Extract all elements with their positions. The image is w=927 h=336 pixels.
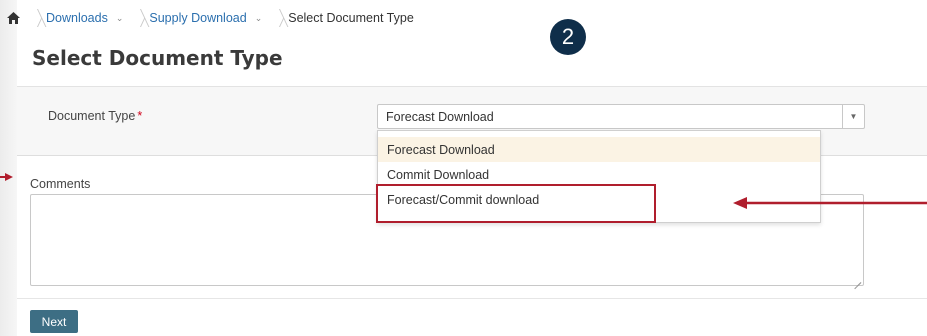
document-type-select[interactable]: Forecast Download ▼ [377,104,865,129]
chevron-down-icon[interactable]: ⌄ [116,13,124,24]
resize-handle-icon[interactable] [854,276,861,283]
breadcrumb-downloads[interactable]: Downloads ⌄ [38,11,129,25]
breadcrumb-supply-download-label[interactable]: Supply Download [149,11,246,25]
comments-label: Comments [30,177,91,191]
breadcrumb-separator [268,6,280,30]
required-marker: * [137,109,143,123]
annotation-arrow-icon [733,197,927,209]
breadcrumb: Downloads ⌄ Supply Download ⌄ Select Doc… [0,6,420,30]
left-edge-shadow [0,0,17,336]
breadcrumb-current: Select Document Type [280,11,420,25]
home-icon[interactable] [0,6,26,30]
breadcrumb-separator [129,6,141,30]
annotation-highlight-box [376,184,656,223]
breadcrumb-separator [26,6,38,30]
step-number-badge: 2 [550,19,586,55]
next-button[interactable]: Next [30,310,78,333]
breadcrumb-current-label: Select Document Type [288,11,414,25]
breadcrumb-downloads-label[interactable]: Downloads [46,11,108,25]
document-type-selected-value[interactable]: Forecast Download [386,110,494,124]
document-type-label: Document Type * [48,109,142,123]
breadcrumb-supply-download[interactable]: Supply Download ⌄ [141,11,268,25]
page-title: Select Document Type [32,46,283,70]
annotation-arrow-icon [0,173,13,181]
dropdown-option-forecast-download[interactable]: Forecast Download [378,137,820,162]
chevron-down-icon[interactable]: ⌄ [255,13,263,24]
dropdown-option-label[interactable]: Forecast Download [387,143,495,157]
dropdown-option-label[interactable]: Commit Download [387,168,489,182]
chevron-down-icon[interactable]: ▼ [842,105,864,128]
divider [17,298,927,299]
document-type-label-text: Document Type [48,109,136,123]
